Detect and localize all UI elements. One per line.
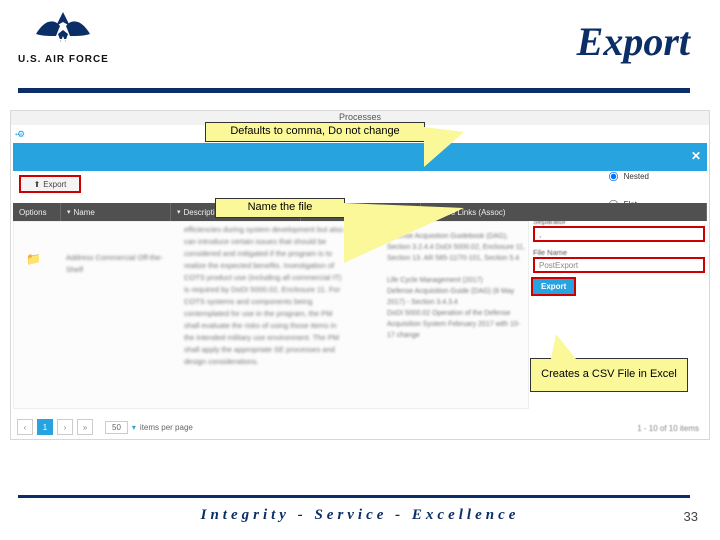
filename-label: File Name [533, 248, 705, 257]
upload-icon: ⬆ [34, 180, 41, 189]
row-desc: efficiencies during system development b… [184, 224, 344, 368]
highlight-bar [13, 143, 707, 171]
col-name[interactable]: ▾Name [61, 203, 171, 221]
filter-icon: ▾ [67, 208, 71, 216]
usaf-logo: U.S. AIR FORCE [18, 6, 109, 65]
export-action: Export [533, 279, 705, 294]
pager-page[interactable]: 1 [37, 419, 53, 435]
page-number: 33 [684, 509, 698, 524]
pager-last[interactable]: » [77, 419, 93, 435]
export-panel: Separator , File Name PostExport Export [533, 211, 705, 294]
divider-bottom [18, 495, 690, 498]
separator-label: Separator [533, 217, 705, 226]
air-force-wings-icon [34, 6, 92, 50]
folder-icon[interactable]: 📁 [26, 252, 41, 266]
page-size[interactable]: 50 [105, 421, 128, 434]
filter-icon: ▾ [177, 208, 181, 216]
radio-nested[interactable]: Nested [607, 170, 649, 183]
gear-icon[interactable]: ⚙ [17, 129, 25, 140]
pager: ‹ 1 › » 50 ▾ items per page [17, 419, 193, 435]
callout-separator: Defaults to comma, Do not change [205, 122, 425, 142]
separator-input[interactable]: , [533, 226, 705, 242]
callout-filename: Name the file [215, 198, 345, 218]
export-button[interactable]: Export [533, 279, 574, 294]
pager-next[interactable]: › [57, 419, 73, 435]
divider-top [18, 88, 690, 93]
slide-header: U.S. AIR FORCE Export [0, 0, 720, 92]
org-label: U.S. AIR FORCE [18, 54, 109, 65]
slide-title: Export [577, 18, 690, 65]
pager-prev[interactable]: ‹ [17, 419, 33, 435]
close-icon[interactable]: ✕ [691, 149, 701, 163]
page-size-label: items per page [140, 423, 193, 432]
row-name: Address Commercial Off-the-Shelf [66, 252, 166, 276]
footer-motto: Integrity - Service - Excellence [0, 507, 720, 524]
export-toolbar-button[interactable]: ⬆ Export [19, 175, 81, 193]
items-range: 1 - 10 of 10 items [637, 424, 699, 433]
col-options[interactable]: Options [13, 203, 61, 221]
callout-export: Creates a CSV File in Excel [530, 358, 688, 392]
filename-input[interactable]: PostExport [533, 257, 705, 273]
